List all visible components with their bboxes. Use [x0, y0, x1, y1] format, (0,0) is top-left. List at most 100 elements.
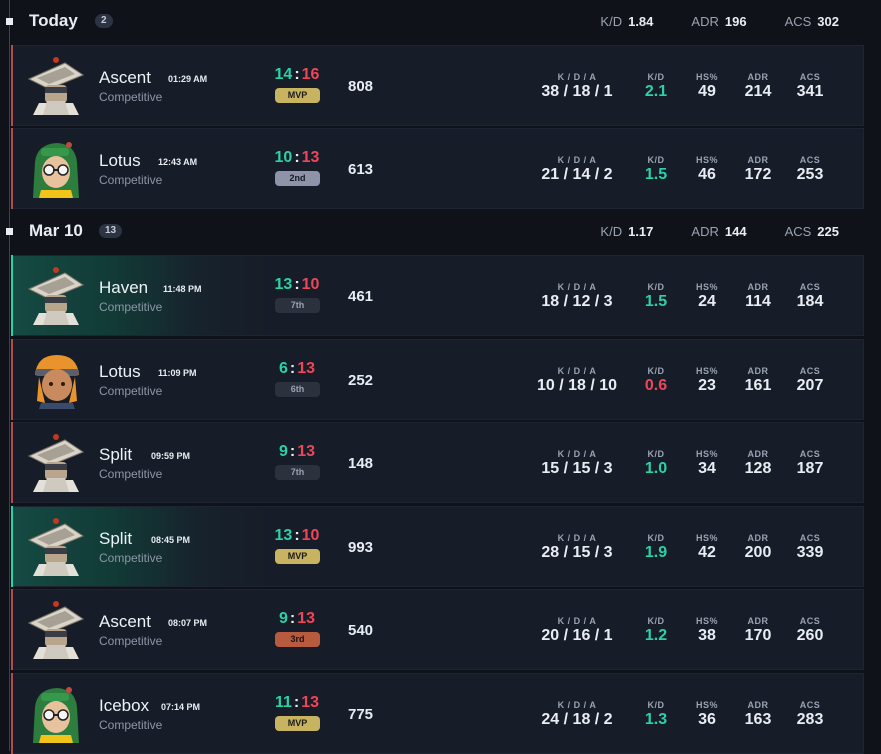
- game-mode: Competitive: [99, 384, 163, 398]
- match-card[interactable]: Haven 11:48 PM Competitive 13:10 7th 461 K / D…: [11, 255, 864, 336]
- score-separator: :: [289, 360, 296, 377]
- placement-badge: MVP: [275, 549, 320, 564]
- day-summary-stats: K/D 1.17 ADR 144 ACS 225: [562, 224, 839, 239]
- result-bar: [11, 45, 13, 126]
- hs-stat: HS% 24: [690, 282, 724, 311]
- day-header-mar-10: Mar 10 13 K/D 1.17 ADR 144 ACS 225: [0, 211, 881, 251]
- hat-agent-icon: [27, 57, 85, 115]
- kd-label: K/D: [647, 366, 665, 376]
- match-score: 9:13: [267, 443, 327, 461]
- kda-label: K / D / A: [557, 700, 597, 710]
- hs-label: HS%: [695, 72, 718, 82]
- adr-label: ADR: [747, 533, 769, 543]
- acs-value: 339: [796, 544, 824, 561]
- green-hood-agent-icon: [27, 685, 85, 743]
- hs-stat: HS% 36: [690, 700, 724, 729]
- adr-value: 214: [744, 83, 772, 100]
- hs-stat: HS% 38: [690, 616, 724, 645]
- combat-score: 461: [348, 288, 374, 305]
- placement-badge: 2nd: [275, 171, 320, 186]
- kda-stat: K / D / A 24 / 18 / 2: [532, 700, 622, 729]
- acs-label: ACS: [784, 13, 812, 29]
- map-name: Split: [99, 529, 133, 548]
- score-team: 11: [274, 694, 292, 711]
- acs-stat: ACS 283: [790, 700, 830, 729]
- match-card[interactable]: Split 08:45 PM Competitive 13:10 MVP 993 K / D…: [11, 506, 864, 587]
- match-time: 11:09 PM: [158, 368, 197, 378]
- acs-label: ACS: [799, 366, 821, 376]
- match-time: 07:14 PM: [161, 702, 201, 712]
- score-enemy: 13: [297, 360, 316, 377]
- kda-stat: K / D / A 18 / 12 / 3: [532, 282, 622, 311]
- hs-value: 38: [698, 627, 716, 644]
- adr-label: ADR: [747, 282, 769, 292]
- placement-badge: MVP: [275, 716, 320, 731]
- match-card[interactable]: Ascent 08:07 PM Competitive 9:13 3rd 540 K / D…: [11, 589, 864, 670]
- kd-value: 1.17: [628, 223, 654, 239]
- kda-value: 18 / 12 / 3: [541, 293, 613, 310]
- game-mode: Competitive: [99, 467, 163, 481]
- acs-label: ACS: [799, 616, 821, 626]
- combat-score: 993: [348, 539, 374, 556]
- adr-stat: ADR 161: [738, 366, 778, 395]
- match-time: 09:59 PM: [151, 451, 191, 461]
- map-name: Split: [99, 445, 133, 464]
- hs-stat: HS% 42: [690, 533, 724, 562]
- kda-stat: K / D / A 10 / 18 / 10: [532, 366, 622, 395]
- adr-label: ADR: [747, 700, 769, 710]
- kd-value: 1.0: [644, 460, 668, 477]
- acs-label: ACS: [799, 700, 821, 710]
- map-name: Icebox: [99, 696, 150, 715]
- result-bar: [11, 673, 13, 754]
- match-card[interactable]: Lotus 12:43 AM Competitive 10:13 2nd 613 K / D…: [11, 128, 864, 209]
- adr-label: ADR: [691, 13, 719, 29]
- hs-stat: HS% 23: [690, 366, 724, 395]
- acs-stat: ACS 207: [790, 366, 830, 395]
- hs-label: HS%: [695, 366, 718, 376]
- kda-value: 28 / 15 / 3: [541, 544, 613, 561]
- acs-value: 225: [817, 223, 839, 239]
- hs-label: HS%: [695, 282, 718, 292]
- adr-stat: ADR 128: [738, 449, 778, 478]
- timeline-dot: [6, 17, 13, 25]
- score-separator: :: [289, 443, 296, 460]
- kda-label: K / D / A: [557, 72, 597, 82]
- match-card[interactable]: Lotus 11:09 PM Competitive 6:13 6th 252 K / D …: [11, 339, 864, 420]
- adr-stat: ADR 172: [738, 155, 778, 184]
- score-enemy: 10: [301, 527, 320, 544]
- orange-cap-agent-icon: [27, 351, 85, 409]
- hs-value: 24: [698, 293, 716, 310]
- acs-label: ACS: [799, 282, 821, 292]
- match-score: 10:13: [267, 149, 327, 167]
- adr-stat: ADR 163: [738, 700, 778, 729]
- hs-value: 36: [698, 711, 716, 728]
- combat-score: 148: [348, 455, 374, 472]
- acs-stat: ACS 341: [790, 72, 830, 101]
- hs-label: HS%: [695, 449, 718, 459]
- day-match-count: 13: [99, 224, 123, 238]
- result-bar: [11, 255, 13, 336]
- hs-value: 49: [698, 83, 716, 100]
- acs-value: 184: [796, 293, 824, 310]
- kd-label: K/D: [647, 155, 665, 165]
- match-score: 11:13: [267, 694, 327, 712]
- match-time: 08:07 PM: [168, 618, 208, 628]
- adr-value: 128: [744, 460, 772, 477]
- acs-stat: ACS 187: [790, 449, 830, 478]
- acs-value: 302: [817, 13, 839, 29]
- kda-value: 10 / 18 / 10: [536, 377, 618, 394]
- match-card[interactable]: Ascent 01:29 AM Competitive 14:16 MVP 808 K / …: [11, 45, 864, 126]
- kda-stat: K / D / A 28 / 15 / 3: [532, 533, 622, 562]
- match-card[interactable]: Icebox 07:14 PM Competitive 11:13 MVP 775 K / …: [11, 673, 864, 754]
- score-team: 6: [278, 360, 288, 377]
- kd-value: 1.5: [644, 293, 668, 310]
- match-card[interactable]: Split 09:59 PM Competitive 9:13 7th 148 K / D …: [11, 422, 864, 503]
- score-enemy: 13: [301, 149, 320, 166]
- adr-value: 172: [744, 166, 772, 183]
- kd-stat: K/D 1.5: [639, 282, 673, 311]
- adr-value: 200: [744, 544, 772, 561]
- game-mode: Competitive: [99, 718, 163, 732]
- adr-value: 196: [724, 13, 747, 29]
- acs-value: 283: [796, 711, 824, 728]
- kda-stat: K / D / A 20 / 16 / 1: [532, 616, 622, 645]
